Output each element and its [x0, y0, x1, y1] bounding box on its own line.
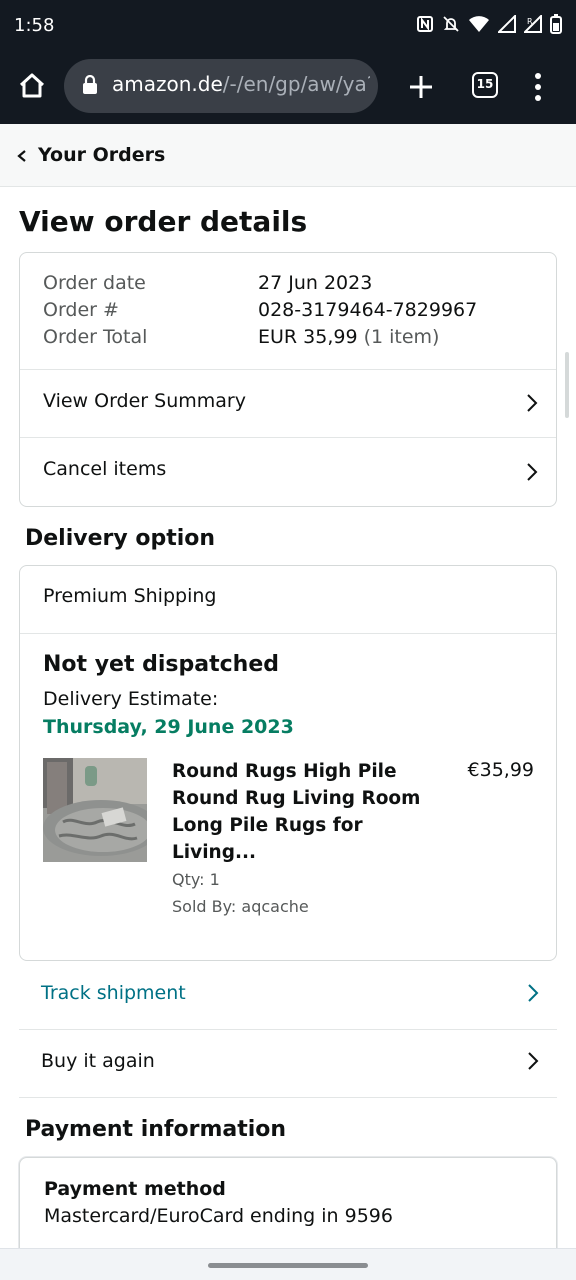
lock-icon	[82, 74, 98, 95]
delivery-section-title: Delivery option	[25, 526, 216, 551]
payment-method-title: Payment method	[44, 1178, 226, 1200]
home-icon[interactable]	[16, 70, 48, 102]
shipping-method: Premium Shipping	[43, 585, 217, 607]
buy-again-row[interactable]: Buy it again	[19, 1030, 557, 1098]
buy-again-label: Buy it again	[41, 1050, 155, 1072]
signal-roaming-icon: R	[522, 13, 542, 37]
order-number-value: 028-3179464-7829967	[258, 299, 478, 321]
chevron-right-icon	[527, 1051, 539, 1071]
url-bar[interactable]: amazon.de/-/en/gp/aw/ya?	[64, 59, 378, 113]
payment-method-value: Mastercard/EuroCard ending in 9596	[44, 1205, 393, 1227]
shipment-status: Not yet dispatched	[43, 652, 280, 677]
battery-icon	[550, 14, 562, 38]
url-text: amazon.de/-/en/gp/aw/ya?	[112, 72, 370, 96]
wifi-icon	[468, 15, 490, 37]
product-title-link[interactable]: Round Rugs High Pile Round Rug Living Ro…	[172, 758, 422, 866]
track-shipment-label: Track shipment	[41, 982, 186, 1004]
cancel-items-label: Cancel items	[43, 458, 167, 480]
track-shipment-row[interactable]: Track shipment	[19, 962, 557, 1030]
order-date-value: 27 Jun 2023	[258, 272, 373, 294]
chevron-right-icon	[527, 983, 539, 1003]
order-date-label: Order date	[43, 272, 146, 294]
browser-toolbar: amazon.de/-/en/gp/aw/ya? 15	[0, 52, 576, 124]
order-summary-card: Order date 27 Jun 2023 Order # 028-31794…	[19, 252, 557, 507]
payment-section-title: Payment information	[25, 1117, 287, 1142]
order-total-amount: EUR 35,99	[258, 326, 358, 348]
status-icons: R	[416, 13, 562, 38]
delivery-card: Premium Shipping Not yet dispatched Deli…	[19, 565, 557, 961]
divider	[20, 633, 556, 634]
tabs-icon[interactable]: 15	[472, 72, 498, 98]
product-seller: Sold By: aqcache	[172, 897, 309, 916]
back-to-orders[interactable]: Your Orders	[0, 124, 576, 187]
url-host: amazon.de	[112, 72, 223, 96]
view-order-summary-row[interactable]: View Order Summary	[20, 370, 556, 437]
signal-icon	[496, 13, 516, 37]
cancel-items-row[interactable]: Cancel items	[20, 438, 556, 506]
url-path: /-/en/gp/aw/ya?	[222, 72, 370, 96]
svg-text:R: R	[527, 17, 533, 26]
chevron-right-icon	[526, 462, 538, 482]
chevron-left-icon	[16, 148, 28, 162]
delivery-estimate-label: Delivery Estimate:	[43, 688, 219, 710]
view-order-summary-label: View Order Summary	[43, 390, 246, 412]
mute-icon	[442, 15, 460, 37]
order-item-count: (1 item)	[363, 326, 440, 348]
system-nav-bar	[0, 1248, 576, 1280]
back-label: Your Orders	[38, 144, 166, 166]
menu-icon[interactable]	[528, 70, 548, 104]
nfc-icon	[416, 15, 434, 37]
product-qty: Qty: 1	[172, 870, 220, 889]
product-price: €35,99	[467, 759, 534, 781]
scrollbar[interactable]	[565, 352, 569, 418]
product-thumbnail[interactable]	[43, 758, 147, 862]
order-number-label: Order #	[43, 299, 119, 321]
delivery-estimate-date: Thursday, 29 June 2023	[43, 716, 294, 738]
page-title: View order details	[19, 205, 308, 238]
chevron-right-icon	[526, 393, 538, 413]
status-bar: 1:58 R	[0, 0, 576, 52]
status-time: 1:58	[14, 15, 55, 36]
order-total-label: Order Total	[43, 326, 148, 348]
gesture-handle[interactable]	[208, 1263, 368, 1268]
new-tab-icon[interactable]	[406, 72, 436, 102]
order-total-value: EUR 35,99 (1 item)	[258, 326, 439, 348]
